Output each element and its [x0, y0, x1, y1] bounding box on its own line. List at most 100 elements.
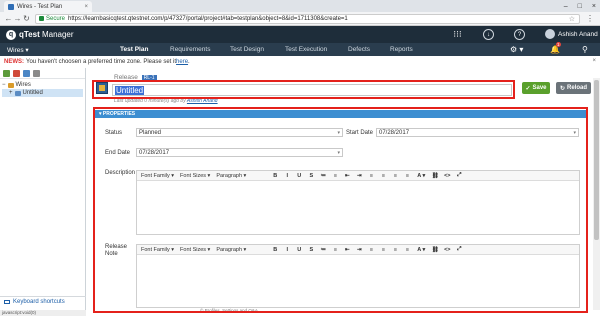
notification-badge: 1 — [556, 42, 561, 47]
bullet-list-icon[interactable]: ≔ — [318, 247, 328, 253]
align-right-icon[interactable]: ≡ — [390, 173, 400, 179]
project-selector[interactable]: Wires ▾ — [7, 46, 29, 54]
help-icon[interactable]: ? — [514, 29, 525, 40]
collapse-icon[interactable]: − — [2, 82, 6, 88]
indent-icon[interactable]: ⇥ — [354, 247, 364, 253]
align-left-icon[interactable]: ≡ — [366, 247, 376, 253]
nav-test-plan[interactable]: Test Plan — [120, 46, 148, 53]
app-logo[interactable]: q qTest Manager — [6, 29, 74, 40]
favicon-icon — [8, 3, 14, 10]
add-icon[interactable] — [3, 69, 10, 77]
vertical-scrollbar[interactable] — [593, 78, 600, 310]
gear-icon[interactable]: ⚙ ▾ — [510, 45, 523, 54]
avatar — [545, 29, 555, 39]
refresh-icon[interactable] — [23, 69, 30, 77]
left-panel: − Wires + Untitled Keyboard shortcuts — [0, 68, 86, 316]
justify-icon[interactable]: ≡ — [402, 173, 412, 179]
reload-icon[interactable]: ↻ — [22, 14, 31, 23]
italic-icon[interactable]: I — [282, 173, 292, 179]
tab-close-icon[interactable]: × — [84, 4, 88, 10]
url-input[interactable]: Secure https://learnbasicqtest.qtestnet.… — [35, 13, 580, 24]
download-icon[interactable]: ↓ — [483, 29, 494, 40]
font-family-dropdown[interactable]: Font Family ▾ — [141, 173, 174, 179]
underline-icon[interactable]: U — [294, 173, 304, 179]
align-right-icon[interactable]: ≡ — [390, 247, 400, 253]
nav-test-execution[interactable]: Test Execution — [285, 46, 327, 53]
save-button[interactable]: ✓ Save — [522, 82, 550, 94]
link-icon[interactable]: ⛓ — [430, 247, 440, 253]
numbered-list-icon[interactable]: ≡ — [330, 173, 340, 179]
align-center-icon[interactable]: ≡ — [378, 247, 388, 253]
justify-icon[interactable]: ≡ — [402, 247, 412, 253]
minimize-button[interactable]: – — [564, 3, 568, 10]
apps-grid-icon[interactable]: ⁝⁝⁝ — [452, 29, 463, 40]
release-title-input[interactable]: Untitled — [112, 84, 512, 96]
fullscreen-icon[interactable]: ⤢ — [454, 172, 464, 179]
close-window-button[interactable]: × — [592, 3, 596, 10]
properties-header[interactable]: ▾ PROPERTIES — [95, 110, 586, 118]
browser-menu-icon[interactable]: ⋮ — [586, 14, 594, 23]
news-close-icon[interactable]: × — [592, 58, 596, 64]
tree-item-untitled[interactable]: + Untitled — [2, 89, 83, 97]
text-color-icon[interactable]: A ▾ — [414, 247, 428, 253]
strikethrough-icon[interactable]: S — [306, 173, 316, 179]
save-check-icon: ✓ — [525, 85, 531, 92]
underline-icon[interactable]: U — [294, 247, 304, 253]
forward-icon[interactable]: → — [13, 14, 22, 23]
window-controls: – □ × — [564, 0, 596, 12]
notification-bell-icon[interactable]: 🔔 1 — [550, 42, 561, 54]
numbered-list-icon[interactable]: ≡ — [330, 247, 340, 253]
italic-icon[interactable]: I — [282, 247, 292, 253]
reload-button[interactable]: ↻ Reload — [556, 82, 591, 94]
user-menu[interactable]: Ashish Anand — [545, 29, 598, 39]
source-code-icon[interactable]: <> — [442, 247, 452, 253]
bold-icon[interactable]: B — [270, 247, 280, 253]
release-note-editor[interactable]: Font Family ▾ Font Sizes ▾ Paragraph ▾ B… — [136, 244, 580, 308]
nav-test-design[interactable]: Test Design — [230, 46, 264, 53]
fullscreen-icon[interactable]: ⤢ — [454, 246, 464, 253]
keyboard-shortcuts-link[interactable]: Keyboard shortcuts — [0, 296, 86, 306]
browser-status-bar: javascript:void(0) — [0, 310, 86, 316]
end-date-input[interactable]: 07/28/2017 ▾ — [136, 148, 343, 157]
source-code-icon[interactable]: <> — [442, 173, 452, 179]
nav-reports[interactable]: Reports — [390, 46, 413, 53]
status-label: Status — [105, 130, 123, 136]
strikethrough-icon[interactable]: S — [306, 247, 316, 253]
outdent-icon[interactable]: ⇤ — [342, 247, 352, 253]
paragraph-dropdown[interactable]: Paragraph ▾ — [216, 247, 246, 253]
status-select[interactable]: Planned ▾ — [136, 128, 343, 137]
font-family-dropdown[interactable]: Font Family ▾ — [141, 247, 174, 253]
align-center-icon[interactable]: ≡ — [378, 173, 388, 179]
news-banner: NEWS: You haven't choosen a preferred ti… — [0, 58, 600, 66]
delete-icon[interactable] — [13, 69, 20, 77]
url-text: https://learnbasicqtest.qtestnet.com/p/4… — [68, 15, 348, 22]
font-sizes-dropdown[interactable]: Font Sizes ▾ — [180, 173, 210, 179]
tree-root[interactable]: − Wires — [2, 81, 83, 89]
expand-icon[interactable]: + — [9, 90, 13, 96]
font-sizes-dropdown[interactable]: Font Sizes ▾ — [180, 247, 210, 253]
bullet-list-icon[interactable]: ≔ — [318, 173, 328, 179]
start-date-input[interactable]: 07/28/2017 ▾ — [376, 128, 579, 137]
align-left-icon[interactable]: ≡ — [366, 173, 376, 179]
search-icon[interactable]: ⚲ — [582, 45, 588, 54]
nav-defects[interactable]: Defects — [348, 46, 370, 53]
nav-requirements[interactable]: Requirements — [170, 46, 210, 53]
indent-icon[interactable]: ⇥ — [354, 173, 364, 179]
filter-icon[interactable] — [33, 69, 40, 77]
back-icon[interactable]: ← — [4, 14, 13, 23]
paragraph-dropdown[interactable]: Paragraph ▾ — [216, 173, 246, 179]
description-editor[interactable]: Font Family ▾ Font Sizes ▾ Paragraph ▾ B… — [136, 170, 580, 235]
outdent-icon[interactable]: ⇤ — [342, 173, 352, 179]
release-icon — [14, 90, 21, 96]
scrollbar-thumb[interactable] — [594, 80, 599, 240]
bookmark-star-icon[interactable]: ☆ — [569, 15, 575, 23]
end-date-value: 07/28/2017 — [139, 149, 170, 156]
bold-icon[interactable]: B — [270, 173, 280, 179]
news-link[interactable]: here — [176, 59, 188, 65]
link-icon[interactable]: ⛓ — [430, 173, 440, 179]
release-id-tag: RL-1 — [141, 75, 157, 81]
text-color-icon[interactable]: A ▾ — [414, 173, 428, 179]
last-updated-user[interactable]: Ashish Anand — [187, 98, 218, 104]
browser-tab[interactable]: Wires - Test Plan × — [4, 1, 92, 12]
maximize-button[interactable]: □ — [578, 3, 582, 10]
